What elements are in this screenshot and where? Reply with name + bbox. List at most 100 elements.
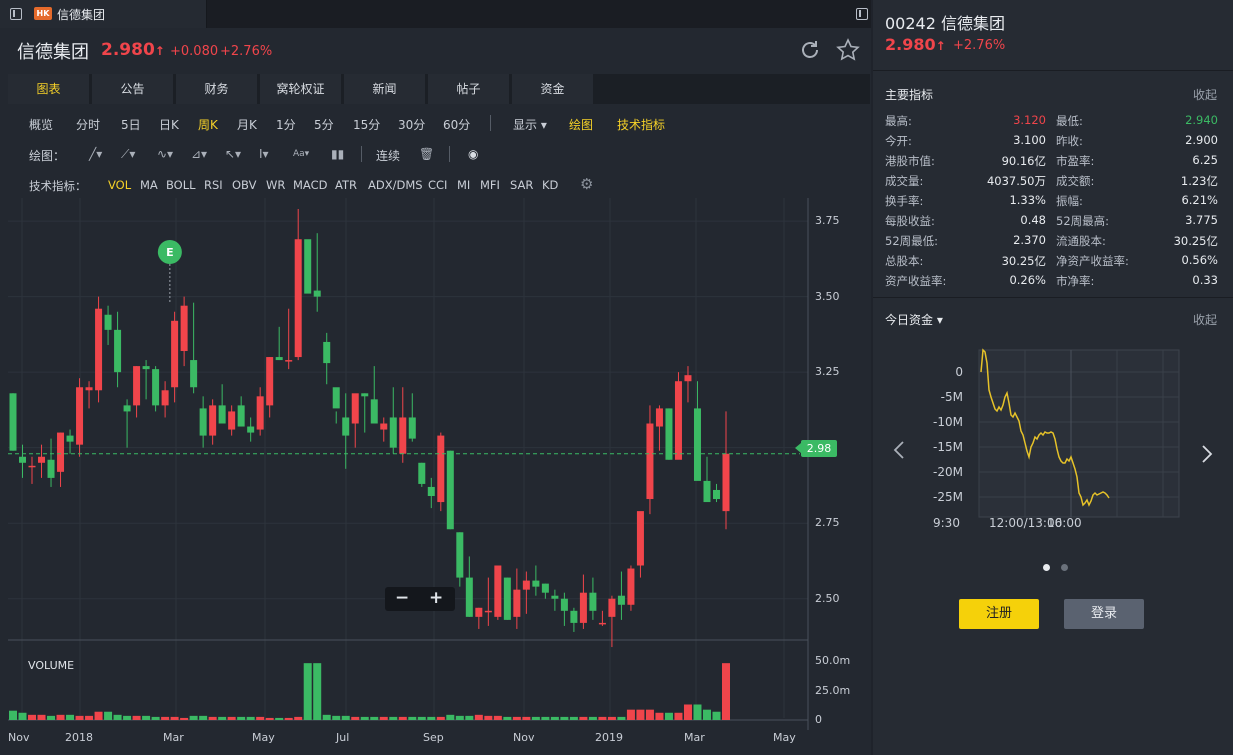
indicator-ma[interactable]: MA bbox=[140, 178, 158, 192]
period-5m[interactable]: 5分 bbox=[314, 116, 334, 133]
period-5d[interactable]: 5日 bbox=[121, 116, 141, 133]
indicator-adx[interactable]: ADX/DMS bbox=[368, 178, 423, 192]
fib-tool-icon[interactable]: ⊿▾ bbox=[191, 147, 207, 161]
ray-tool-icon[interactable]: ⟋▾ bbox=[121, 147, 135, 162]
tech-indicator-toggle[interactable]: 技术指标 bbox=[617, 116, 665, 133]
stat-value: 3.120 bbox=[1013, 113, 1046, 127]
stat-label: 市净率: bbox=[1056, 274, 1095, 288]
tab-news[interactable]: 新闻 bbox=[344, 74, 425, 104]
zoom-in-button[interactable]: + bbox=[429, 588, 443, 608]
draw-toggle[interactable]: 绘图 bbox=[569, 116, 593, 133]
tab-financials[interactable]: 财务 bbox=[176, 74, 257, 104]
period-intraday[interactable]: 分时 bbox=[76, 116, 100, 133]
prev-arrow-icon[interactable] bbox=[892, 440, 908, 460]
register-button[interactable]: 注册 bbox=[959, 599, 1039, 629]
candle-body bbox=[114, 329, 122, 373]
tab-funds[interactable]: 资金 bbox=[512, 74, 593, 104]
candle-body bbox=[304, 239, 312, 294]
indicator-wr[interactable]: WR bbox=[266, 178, 285, 192]
indicator-sar[interactable]: SAR bbox=[510, 178, 533, 192]
volume-bar bbox=[427, 716, 436, 720]
stock-tab[interactable]: HK 信德集团 bbox=[0, 0, 207, 28]
stat-item: 今开: 3.100 bbox=[885, 133, 1046, 149]
refresh-icon[interactable] bbox=[798, 38, 822, 62]
period-60m[interactable]: 60分 bbox=[443, 116, 470, 133]
sidebar-toggle-icon[interactable] bbox=[10, 8, 22, 20]
bars-tool-icon[interactable]: ▮▮ bbox=[331, 147, 344, 161]
volume-bar bbox=[541, 716, 550, 720]
candlestick-chart[interactable]: E bbox=[0, 198, 871, 730]
candle-body bbox=[351, 393, 359, 424]
candle-body bbox=[522, 580, 530, 590]
indicator-macd[interactable]: MACD bbox=[293, 178, 327, 192]
period-overview[interactable]: 概览 bbox=[29, 116, 53, 133]
page-dot-active[interactable] bbox=[1043, 564, 1050, 571]
display-menu[interactable]: 显示 ▾ bbox=[513, 116, 547, 133]
indicator-mfi[interactable]: MFI bbox=[480, 178, 500, 192]
indicator-kd[interactable]: KD bbox=[542, 178, 558, 192]
login-button[interactable]: 登录 bbox=[1064, 599, 1144, 629]
candle-body bbox=[399, 417, 407, 454]
page-dot[interactable] bbox=[1061, 564, 1068, 571]
period-1m[interactable]: 1分 bbox=[276, 116, 296, 133]
indicator-obv[interactable]: OBV bbox=[232, 178, 256, 192]
indicators-collapse[interactable]: 收起 bbox=[1193, 86, 1217, 103]
date-tick: Nov bbox=[513, 731, 535, 744]
volume-bar bbox=[522, 716, 531, 720]
indicator-atr[interactable]: ATR bbox=[335, 178, 357, 192]
period-15m[interactable]: 15分 bbox=[353, 116, 380, 133]
volume-bar bbox=[683, 704, 692, 720]
zoom-out-button[interactable]: − bbox=[395, 588, 409, 608]
indicators-label: 技术指标： bbox=[29, 179, 87, 193]
stat-label: 今开: bbox=[885, 134, 912, 148]
tab-posts[interactable]: 帖子 bbox=[428, 74, 509, 104]
eye-icon[interactable]: ◉ bbox=[468, 147, 478, 161]
settings-gear-icon[interactable]: ⚙ bbox=[580, 175, 593, 193]
volume-bar bbox=[370, 716, 379, 720]
indicator-rsi[interactable]: RSI bbox=[204, 178, 223, 192]
period-monthly[interactable]: 月K bbox=[237, 116, 257, 133]
date-tick: 2018 bbox=[65, 731, 93, 744]
line-tool-icon[interactable]: ╱▾ bbox=[89, 147, 102, 161]
indicator-mi[interactable]: MI bbox=[457, 178, 470, 192]
candle-body bbox=[627, 568, 635, 605]
period-daily[interactable]: 日K bbox=[159, 116, 179, 133]
indicator-boll[interactable]: BOLL bbox=[166, 178, 196, 192]
candle-body bbox=[342, 417, 350, 436]
volume-bar bbox=[161, 716, 170, 720]
volume-bar bbox=[170, 716, 179, 720]
wave-tool-icon[interactable]: ∿▾ bbox=[157, 147, 173, 161]
stock-code-name: 00242 信德集团 bbox=[885, 14, 1006, 33]
trash-icon[interactable]: 🗑 bbox=[419, 147, 434, 161]
continuous-toggle[interactable]: 连续 bbox=[376, 147, 400, 164]
candle-body bbox=[294, 239, 302, 358]
stat-item: 换手率: 1.33% bbox=[885, 193, 1046, 209]
indicator-cci[interactable]: CCI bbox=[428, 178, 447, 192]
tab-chart[interactable]: 图表 bbox=[8, 74, 89, 104]
stat-item: 52周最高: 3.775 bbox=[1056, 213, 1218, 229]
tab-warrants[interactable]: 窝轮权证 bbox=[260, 74, 341, 104]
candle-body bbox=[579, 592, 587, 623]
volume-bar bbox=[417, 716, 426, 720]
next-arrow-icon[interactable] bbox=[1200, 444, 1216, 464]
volume-bar bbox=[474, 714, 483, 720]
panel-toggle-icon[interactable] bbox=[856, 8, 868, 20]
volume-bar bbox=[332, 715, 341, 720]
tab-announcements[interactable]: 公告 bbox=[92, 74, 173, 104]
arrow-tool-icon[interactable]: ↖▾ bbox=[225, 147, 241, 161]
stat-value: 0.56% bbox=[1181, 253, 1218, 267]
text-cursor-icon[interactable]: Ⅰ▾ bbox=[259, 147, 269, 161]
star-icon[interactable] bbox=[836, 38, 860, 62]
volume-bar bbox=[351, 716, 360, 720]
funds-collapse[interactable]: 收起 bbox=[1193, 311, 1217, 328]
funds-flow-chart: 0-5M-10M-15M-20M-25M9:30 12:00/13:0016:00 bbox=[933, 348, 1180, 530]
date-tick: May bbox=[773, 731, 796, 744]
volume-bar bbox=[265, 717, 274, 720]
period-weekly[interactable]: 周K bbox=[198, 116, 218, 133]
volume-bar bbox=[85, 715, 94, 720]
funds-dropdown[interactable]: 今日资金 ▾ bbox=[885, 311, 943, 328]
period-30m[interactable]: 30分 bbox=[398, 116, 425, 133]
indicator-vol[interactable]: VOL bbox=[108, 178, 131, 192]
font-tool-icon[interactable]: Aa▾ bbox=[293, 149, 309, 159]
candle-body bbox=[684, 375, 692, 382]
